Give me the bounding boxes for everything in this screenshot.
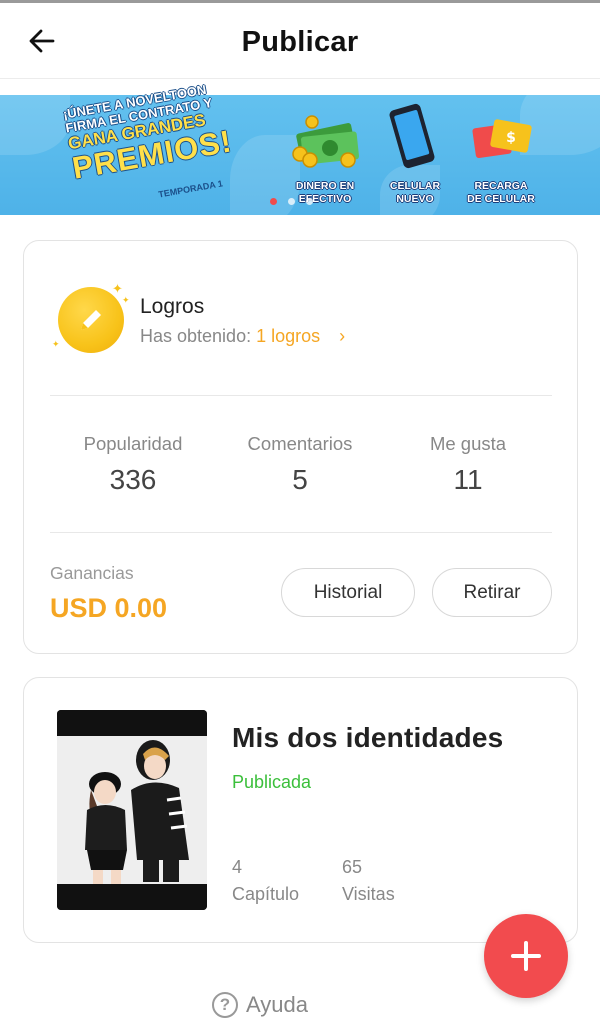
prize-cash: DINERO EN EFECTIVO — [280, 100, 370, 212]
stat-likes: Me gusta 11 — [429, 433, 507, 495]
cash-money-icon — [292, 115, 360, 168]
divider — [50, 532, 552, 533]
earnings-label: Ganancias — [50, 563, 134, 583]
prize-phone-label: CELULAR NUEVO — [389, 180, 441, 205]
book-status: Publicada — [232, 772, 312, 792]
book-cover-illustration — [57, 710, 207, 910]
question-circle-icon: ? — [212, 992, 238, 1018]
divider — [50, 395, 552, 396]
achievements-prefix: Has obtenido: — [140, 326, 252, 346]
smartphone-icon — [389, 103, 435, 169]
pagination-dot[interactable] — [288, 198, 295, 205]
svg-text:$: $ — [506, 130, 516, 146]
pagination-dot[interactable] — [306, 198, 313, 205]
prize-recharge: $ RECARGA DE CELULAR — [456, 100, 546, 212]
earnings-value: USD 0.00 — [50, 593, 168, 623]
help-link[interactable]: ? Ayuda — [212, 988, 308, 1022]
sparkle-icon: ✦ — [122, 295, 130, 305]
prize-phone: CELULAR NUEVO — [370, 100, 460, 212]
app-header: Publicar — [0, 3, 600, 79]
achievements-title: Logros — [140, 295, 205, 318]
history-button[interactable]: Historial — [281, 568, 415, 617]
stat-comments: Comentarios 5 — [247, 433, 353, 495]
recharge-card-icon: $ — [472, 119, 532, 158]
achievements-count: 1 logros — [256, 326, 321, 346]
stat-popularity: Popularidad 336 — [83, 433, 183, 495]
pencil-icon — [81, 310, 101, 330]
help-label: Ayuda — [246, 992, 308, 1017]
sparkle-icon: ✦ — [52, 339, 60, 349]
book-chapters: 4 Capítulo — [232, 857, 300, 904]
withdraw-button[interactable]: Retirar — [432, 568, 552, 617]
stats-card: ✦ ✦ ✦ Logros Has obtenido: 1 logros › Po… — [23, 240, 578, 654]
back-button[interactable] — [22, 21, 62, 61]
plus-icon — [511, 941, 541, 971]
achievements-link[interactable]: Has obtenido: 1 logros › — [140, 326, 345, 347]
add-button[interactable] — [484, 914, 568, 998]
banner-pagination — [270, 198, 313, 205]
arrow-left-icon — [29, 29, 55, 53]
page-title: Publicar — [241, 26, 359, 58]
prize-recharge-label: RECARGA DE CELULAR — [467, 180, 535, 205]
pagination-dot-active[interactable] — [270, 198, 277, 205]
chevron-right-icon: › — [339, 326, 346, 346]
book-title[interactable]: Mis dos identidades — [232, 722, 503, 754]
book-card[interactable]: Mis dos identidades Publicada 4 Capítulo… — [23, 677, 578, 943]
book-cover[interactable] — [57, 710, 207, 910]
book-visits: 65 Visitas — [342, 857, 395, 904]
pencil-medal-icon — [58, 287, 124, 353]
